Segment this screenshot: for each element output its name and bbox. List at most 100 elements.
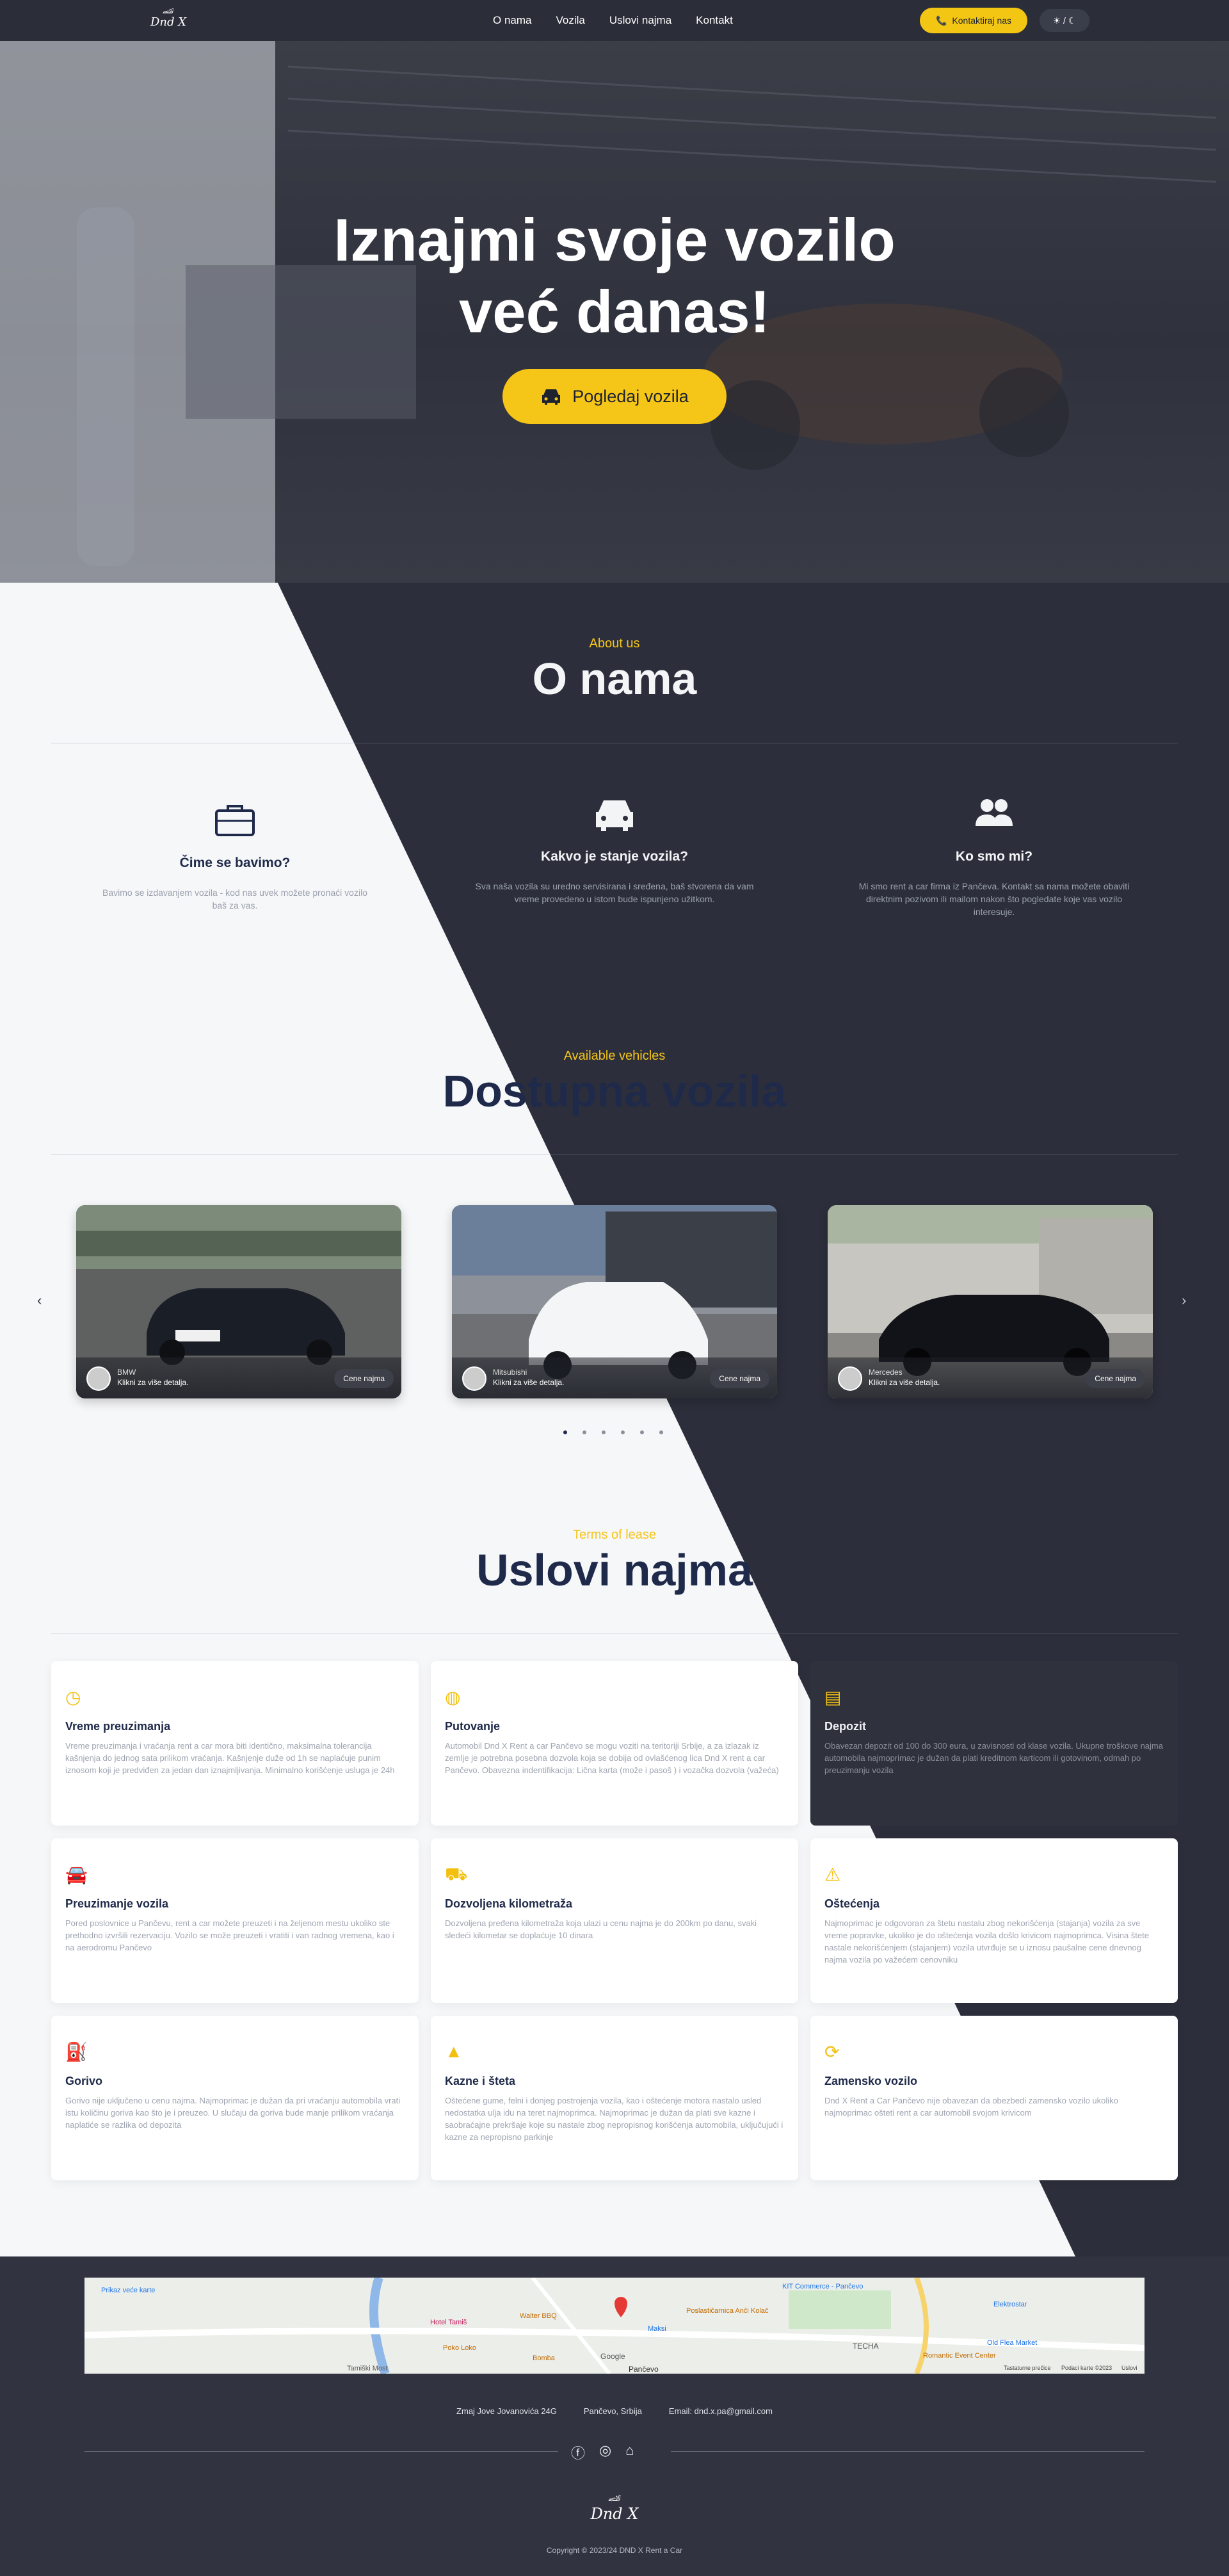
about-item-vehicle-state: Kakvo je stanje vozila? Sva naša vozila … [474, 794, 755, 905]
phone-icon: 📞 [935, 15, 947, 26]
site-logo[interactable]: 🏎 Dnd X [150, 6, 187, 35]
about-title: O nama [0, 653, 1229, 704]
theme-toggle-label: ☀ / ☾ [1052, 15, 1077, 26]
map-label: Podaci karte ©2023 [1061, 2365, 1113, 2371]
vehicle-brand: Mitsubishi [493, 1368, 527, 1377]
top-navbar: 🏎 Dnd X O nama Vozila Uslovi najma Konta… [0, 0, 1229, 41]
vehicle-hint: Klikni za više detalja. [117, 1378, 189, 1387]
nav-links: O nama Vozila Uslovi najma Kontakt [493, 0, 733, 41]
term-text: Vreme preuzimanja i vraćanja rent a car … [65, 1741, 395, 1775]
map-label[interactable]: Prikaz veće karte [101, 2287, 155, 2294]
term-text: Najmoprimac je odgovoran za štetu nastal… [824, 1918, 1149, 1964]
vehicles-subtitle: Available vehicles [563, 1049, 666, 1063]
rental-prices-button[interactable]: Cene najma [710, 1369, 769, 1388]
term-card: ⛟ Dozvoljena kilometraža Dozvoljena pređen… [431, 1838, 798, 2003]
nav-link-uslovi-najma[interactable]: Uslovi najma [609, 14, 671, 27]
view-vehicles-button[interactable]: Pogledaj vozila [502, 369, 727, 424]
email-text[interactable]: Email: dnd.x.pa@gmail.com [669, 2406, 773, 2416]
map-label: Romantic Event Center [923, 2352, 996, 2360]
theme-toggle[interactable]: ☀ / ☾ [1040, 9, 1089, 32]
vehicle-card-footer: Mitsubishi Klikni za više detalja. Cene … [452, 1357, 777, 1398]
road-check-icon: ⛟ [445, 1864, 468, 1884]
term-card: ⟳ Zamensko vozilo Dnd X Rent a Car Pančevo… [810, 2016, 1178, 2180]
users-icon [976, 799, 1013, 826]
map-label: Maksi [648, 2325, 666, 2333]
brand-avatar [838, 1366, 862, 1391]
logo-car-icon: 🏎 [607, 2493, 622, 2504]
carousel-dot[interactable] [659, 1430, 663, 1434]
term-text: Oštećene gume, felni i donjeg postrojenj… [445, 2096, 783, 2142]
carousel-dot[interactable] [621, 1430, 625, 1434]
rental-prices-button[interactable]: Cene najma [1086, 1369, 1145, 1388]
map-label: Walter BBQ [520, 2312, 557, 2320]
instagram-icon[interactable]: ◎ [599, 2442, 611, 2463]
about-item-who-we-are: Ko smo mi? Mi smo rent a car firma iz Pa… [853, 794, 1135, 918]
map-label: Hotel Tamiš [430, 2319, 467, 2326]
nav-link-vozila[interactable]: Vozila [556, 14, 584, 27]
map-label: Bomba [533, 2354, 555, 2362]
carousel-dot[interactable] [602, 1430, 606, 1434]
vehicle-card-mercedes[interactable]: Mercedes Klikni za više detalja. Cene na… [828, 1205, 1153, 1398]
social-links: ⓕ ◎ ⌂ [571, 2442, 634, 2463]
map-label: KIT Commerce - Pančevo [782, 2283, 864, 2290]
copyright-text: Copyright © 2023/24 DND X Rent a Car [546, 2546, 683, 2555]
address-text: Zmaj Jove Jovanovića 24G [456, 2406, 557, 2416]
vehicle-card-footer: BMW Klikni za više detalja. Cene najma [76, 1357, 401, 1398]
carousel-dot[interactable] [640, 1430, 644, 1434]
term-card: ▤ Depozit Obavezan depozit od 100 do 300 e… [810, 1661, 1178, 1826]
term-title: Zamensko vozilo [824, 2075, 918, 2087]
logo-car-icon: 🏎 [163, 6, 174, 16]
term-text: Obavezan depozit od 100 do 300 eura, u z… [824, 1741, 1163, 1775]
vehicle-card-footer: Mercedes Klikni za više detalja. Cene na… [828, 1357, 1153, 1398]
term-text: Dozvoljena pređena kilometraža koja ulaz… [445, 1918, 757, 1940]
nav-link-kontakt[interactable]: Kontakt [696, 14, 733, 27]
about-item-text: Mi smo rent a car firma iz Pančeva. Kont… [858, 881, 1130, 917]
nav-link-o-nama[interactable]: O nama [493, 14, 531, 27]
hero-section: Iznajmi svoje vozilo već danas! Pogledaj… [0, 41, 1229, 583]
contact-us-button[interactable]: 📞 Kontaktiraj nas [920, 8, 1027, 33]
term-text: Gorivo nije uključeno u cenu najma. Najm… [65, 2096, 401, 2130]
divider [84, 2451, 558, 2452]
carousel-dots [563, 1430, 663, 1434]
term-card: 🚘 Preuzimanje vozila Pored poslovnice u Pa… [51, 1838, 419, 2003]
carousel-next-arrow[interactable]: › [1182, 1292, 1186, 1309]
car-icon: 🚘 [65, 1865, 88, 1884]
map-label: Tamiški Most [347, 2365, 388, 2372]
location-map[interactable]: Prikaz veće karte KIT Commerce - Pančevo… [84, 2278, 1145, 2374]
term-card: ◷ Vreme preuzimanja Vreme preuzimanja i vr… [51, 1661, 419, 1826]
carousel-dot[interactable] [582, 1430, 586, 1434]
carousel-prev-arrow[interactable]: ‹ [37, 1292, 42, 1309]
footer: Prikaz veće karte KIT Commerce - Pančevo… [0, 2256, 1229, 2576]
contact-info: Zmaj Jove Jovanovića 24G Pančevo, Srbija… [0, 2406, 1229, 2416]
car-icon [596, 800, 633, 831]
map-label: Google [600, 2352, 625, 2361]
term-title: Putovanje [445, 1720, 501, 1733]
term-card: ▲ Kazne i šteta Oštećene gume, felni i don… [431, 2016, 798, 2180]
carousel-dot[interactable] [563, 1430, 567, 1434]
vehicle-card-bmw[interactable]: BMW Klikni za više detalja. Cene najma [76, 1205, 401, 1398]
term-title: Vreme preuzimanja [65, 1720, 171, 1733]
home-icon[interactable]: ⌂ [625, 2442, 634, 2463]
map-label: Poko Loko [443, 2344, 476, 2352]
money-icon: ▤ [824, 1687, 842, 1707]
vehicle-hint: Klikni za više detalja. [869, 1378, 940, 1387]
term-title: Kazne i šteta [445, 2075, 516, 2087]
about-item-title: Ko smo mi? [955, 849, 1033, 864]
fuel-icon: ⛽ [65, 2042, 88, 2062]
term-text: Pored poslovnice u Pančevu, rent a car m… [65, 1918, 394, 1952]
about-item-title: Čime se bavimo? [179, 855, 291, 870]
clock-icon: ◷ [65, 1687, 81, 1707]
map-label: TECHA [853, 2342, 879, 2351]
map-label[interactable]: Uslovi [1121, 2365, 1137, 2371]
vehicles-title-text: Dostupna vozila [442, 1066, 787, 1116]
city-text: Pančevo, Srbija [583, 2406, 642, 2416]
term-card: ◍ Putovanje Automobil Dnd X Rent a car Pan… [431, 1661, 798, 1826]
footer-logo: 🏎 Dnd X [589, 2492, 640, 2531]
vehicle-card-mitsubishi[interactable]: Mitsubishi Klikni za više detalja. Cene … [452, 1205, 777, 1398]
terms-subtitle: Terms of lease [572, 1528, 657, 1542]
facebook-icon[interactable]: ⓕ [571, 2442, 585, 2463]
about-item-title: Kakvo je stanje vozila? [541, 849, 688, 864]
rental-prices-button[interactable]: Cene najma [334, 1369, 394, 1388]
vehicle-brand: Mercedes [869, 1368, 903, 1377]
map-label[interactable]: Tastaturne prečice [1004, 2365, 1051, 2371]
